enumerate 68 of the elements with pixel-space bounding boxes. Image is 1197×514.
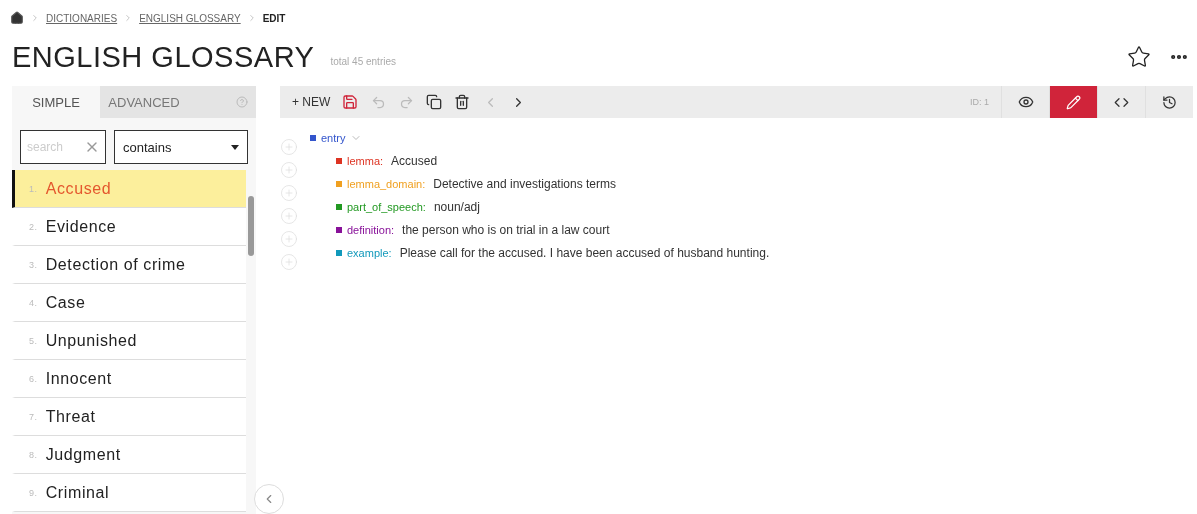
entry-count: total 45 entries — [330, 55, 397, 67]
field-value: noun/adj — [433, 199, 480, 214]
star-icon[interactable] — [1127, 45, 1151, 69]
entry-list-item[interactable]: 4. Case — [12, 284, 246, 322]
scrollbar[interactable] — [248, 196, 254, 256]
chevron-icon — [30, 13, 40, 23]
match-mode-dropdown[interactable]: contains — [114, 130, 248, 164]
add-icon[interactable] — [280, 138, 298, 156]
breadcrumb-link[interactable]: ENGLISH GLOSSARY — [139, 12, 241, 24]
help-icon[interactable] — [236, 96, 248, 108]
collapse-button[interactable] — [254, 484, 284, 514]
add-icon[interactable] — [280, 161, 298, 179]
entry-list-item[interactable]: 7. Threat — [12, 398, 246, 436]
entry-list-item[interactable]: 2. Evidence — [12, 208, 246, 246]
entry-label: Evidence — [45, 217, 117, 236]
tab[interactable]: SIMPLE — [12, 86, 100, 118]
trash-icon — [454, 94, 471, 110]
entry-label: Case — [45, 293, 86, 312]
entry-number: 4. — [29, 297, 38, 308]
entry-number: 1. — [29, 183, 38, 194]
eye-icon — [1017, 94, 1034, 110]
add-icon[interactable] — [280, 207, 298, 225]
entry-label: Criminal — [45, 483, 110, 502]
entry-label: Innocent — [45, 369, 112, 388]
entry-label: Accused — [45, 179, 112, 198]
breadcrumb-current: EDIT — [262, 12, 286, 24]
entry-number: 8. — [29, 449, 38, 460]
field-name: lemma: — [347, 154, 384, 167]
field-name: definition: — [347, 223, 395, 236]
entry-list-item[interactable]: 9. Criminal — [12, 474, 246, 512]
field-name: part_of_speech: — [347, 200, 426, 213]
save-icon — [342, 94, 359, 110]
copy-icon — [426, 94, 443, 110]
field-value: the person who is on trial in a law court — [402, 222, 610, 237]
field-value: Detective and investigations terms — [433, 176, 617, 191]
field-name: example: — [347, 246, 392, 259]
undo-icon — [370, 94, 386, 110]
entry-id: ID: 1 — [970, 97, 989, 107]
field-value: Accused — [391, 153, 438, 168]
entry-number: 6. — [29, 373, 38, 384]
entry-list-item[interactable]: 8. Judgment — [12, 436, 246, 474]
entry-label: Judgment — [45, 445, 121, 464]
redo-icon — [398, 94, 414, 110]
entry-list-item[interactable]: 5. Unpunished — [12, 322, 246, 360]
add-icon[interactable] — [280, 230, 298, 248]
edit-mode-button[interactable] — [1049, 86, 1097, 118]
entry-label: Unpunished — [45, 331, 138, 350]
entry-number: 3. — [29, 259, 38, 270]
entry-label: Detection of crime — [45, 255, 186, 274]
add-icon[interactable] — [280, 253, 298, 271]
history-icon — [1162, 94, 1177, 110]
entry-label: Threat — [45, 407, 96, 426]
home-icon[interactable] — [10, 11, 24, 25]
entry-number: 9. — [29, 487, 38, 498]
add-icon[interactable] — [280, 184, 298, 202]
pencil-icon — [1066, 94, 1081, 110]
entry-number: 2. — [29, 221, 38, 232]
entry-list-item[interactable]: 6. Innocent — [12, 360, 246, 398]
entry-number: 7. — [29, 411, 38, 422]
element-name: entry — [321, 131, 346, 144]
entry-number: 5. — [29, 335, 38, 346]
page-title: ENGLISH GLOSSARY — [12, 40, 315, 74]
entry-list-item[interactable]: 3. Detection of crime — [12, 246, 246, 284]
breadcrumb-link[interactable]: DICTIONARIES — [46, 12, 118, 24]
field-name: lemma_domain: — [347, 177, 426, 190]
dropdown-caret-icon — [231, 144, 239, 150]
field-value: Please call for the accused. I have been accused of husband hunting. — [399, 245, 770, 260]
new-button[interactable]: + NEW — [286, 86, 337, 118]
